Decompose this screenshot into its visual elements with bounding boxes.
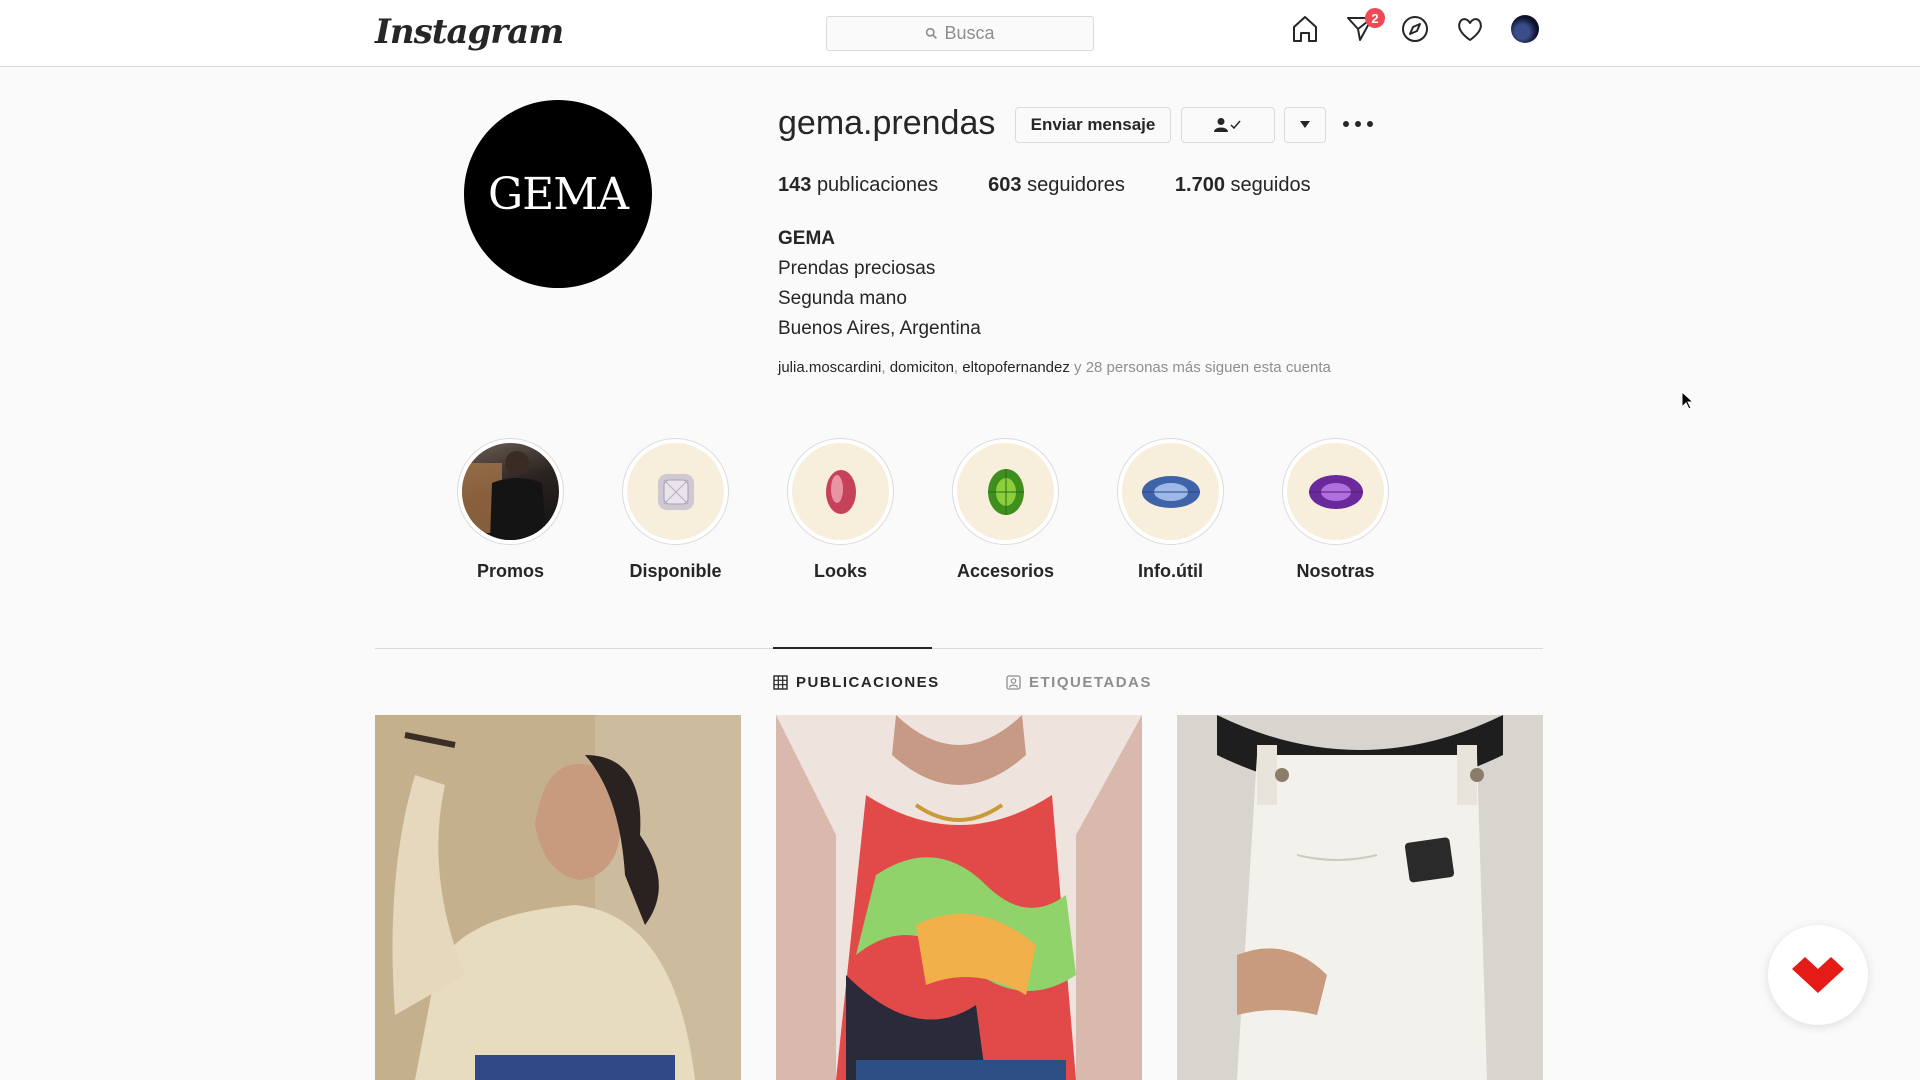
highlight-accesorios[interactable]: Accesorios bbox=[923, 438, 1088, 582]
bio-line: Prendas preciosas bbox=[778, 258, 936, 279]
bio-line: Segunda mano bbox=[778, 288, 907, 309]
green-gem-icon bbox=[987, 468, 1024, 515]
follower-name[interactable]: domiciton bbox=[890, 359, 954, 376]
explore-compass-icon[interactable] bbox=[1400, 14, 1430, 44]
highlight-promos[interactable]: Promos bbox=[428, 438, 593, 582]
highlight-info-util[interactable]: Info.útil bbox=[1088, 438, 1253, 582]
more-options-icon[interactable] bbox=[1343, 114, 1373, 134]
bio-line: Buenos Aires, Argentina bbox=[778, 318, 981, 339]
purple-gem-icon bbox=[1308, 474, 1363, 509]
tab-etiquetadas[interactable]: ETIQUETADAS bbox=[1006, 674, 1152, 691]
highlight-label: Promos bbox=[476, 561, 545, 581]
followers-count[interactable]: 603 seguidores bbox=[988, 174, 1125, 197]
tab-label: PUBLICACIONES bbox=[796, 674, 940, 691]
following-button[interactable] bbox=[1181, 107, 1275, 143]
home-icon[interactable] bbox=[1290, 14, 1320, 44]
direct-messages-icon[interactable]: 2 bbox=[1345, 8, 1385, 44]
profile-avatar[interactable]: GEMA bbox=[464, 100, 652, 288]
highlight-label: Looks bbox=[813, 561, 867, 581]
active-tab-indicator bbox=[773, 647, 932, 649]
story-highlights: Promos Disponible Looks Accesorios Info.… bbox=[428, 438, 1418, 582]
stat-label: publicaciones bbox=[816, 174, 939, 196]
followed-by-suffix: y 28 personas más siguen esta cuenta bbox=[1074, 359, 1331, 376]
avatar bbox=[1511, 15, 1539, 43]
follower-name[interactable]: eltopofernandez bbox=[962, 359, 1070, 376]
highlight-label: Info.útil bbox=[1138, 561, 1203, 581]
highlight-label: Disponible bbox=[629, 561, 722, 581]
highlight-ring bbox=[1282, 438, 1389, 545]
tabs-divider bbox=[375, 648, 1543, 649]
tagged-user-icon bbox=[1006, 675, 1021, 690]
search-placeholder: Busca bbox=[944, 23, 995, 43]
following-count[interactable]: 1.700 seguidos bbox=[1175, 174, 1311, 197]
highlight-nosotras[interactable]: Nosotras bbox=[1253, 438, 1418, 582]
highlight-ring bbox=[622, 438, 729, 545]
triangle-down-icon bbox=[1300, 121, 1310, 128]
follower-name[interactable]: julia.moscardini bbox=[778, 359, 881, 376]
posts-count: 143 publicaciones bbox=[778, 174, 938, 197]
pink-gem-icon bbox=[825, 469, 856, 514]
highlight-label: Accesorios bbox=[956, 561, 1055, 581]
post-thumbnail[interactable] bbox=[776, 715, 1142, 1080]
post-thumbnail[interactable] bbox=[375, 715, 741, 1080]
floating-brand-badge[interactable] bbox=[1768, 925, 1868, 1025]
profile-stats: 143 publicaciones 603 seguidores 1.700 s… bbox=[778, 174, 1361, 197]
blue-gem-icon bbox=[1141, 475, 1200, 508]
profile-bio: GEMA Prendas preciosas Segunda mano Buen… bbox=[778, 224, 981, 344]
highlight-disponible[interactable]: Disponible bbox=[593, 438, 758, 582]
mouse-cursor-icon bbox=[1682, 392, 1694, 410]
top-navigation-bar: Instagram Busca 2 bbox=[0, 0, 1920, 67]
nav-icons: 2 bbox=[1290, 8, 1540, 44]
highlight-ring bbox=[787, 438, 894, 545]
activity-heart-icon[interactable] bbox=[1455, 14, 1485, 44]
stat-count: 1.700 bbox=[1174, 174, 1225, 196]
stat-label: seguidos bbox=[1230, 174, 1311, 196]
profile-avatar-icon[interactable] bbox=[1510, 14, 1540, 44]
suggestions-dropdown-button[interactable] bbox=[1284, 107, 1326, 143]
search-icon bbox=[926, 27, 938, 39]
search-input[interactable]: Busca bbox=[826, 16, 1094, 51]
highlight-looks[interactable]: Looks bbox=[758, 438, 923, 582]
post-thumbnail[interactable] bbox=[1177, 715, 1543, 1080]
highlight-label: Nosotras bbox=[1296, 561, 1375, 581]
highlight-ring bbox=[457, 438, 564, 545]
stat-count: 603 bbox=[988, 174, 1022, 196]
bio-name: GEMA bbox=[778, 228, 835, 249]
stat-count: 143 bbox=[778, 174, 812, 196]
send-message-button[interactable]: Enviar mensaje bbox=[1015, 107, 1171, 143]
instagram-logo[interactable]: Instagram bbox=[375, 12, 564, 52]
stat-label: seguidores bbox=[1027, 174, 1125, 196]
followed-by-text[interactable]: julia.moscardini, domiciton, eltopoferna… bbox=[778, 359, 1331, 376]
red-heart-logo-icon bbox=[1792, 957, 1844, 993]
highlight-ring bbox=[952, 438, 1059, 545]
diamond-gem-icon bbox=[657, 473, 694, 510]
tab-publicaciones[interactable]: PUBLICACIONES bbox=[773, 674, 940, 691]
promo-photo bbox=[462, 443, 559, 540]
notification-badge: 2 bbox=[1365, 8, 1385, 28]
profile-username: gema.prendas bbox=[778, 104, 996, 142]
tab-label: ETIQUETADAS bbox=[1029, 674, 1152, 691]
grid-icon bbox=[773, 675, 788, 690]
user-check-icon bbox=[1214, 118, 1241, 132]
avatar-text: GEMA bbox=[487, 168, 629, 220]
highlight-ring bbox=[1117, 438, 1224, 545]
